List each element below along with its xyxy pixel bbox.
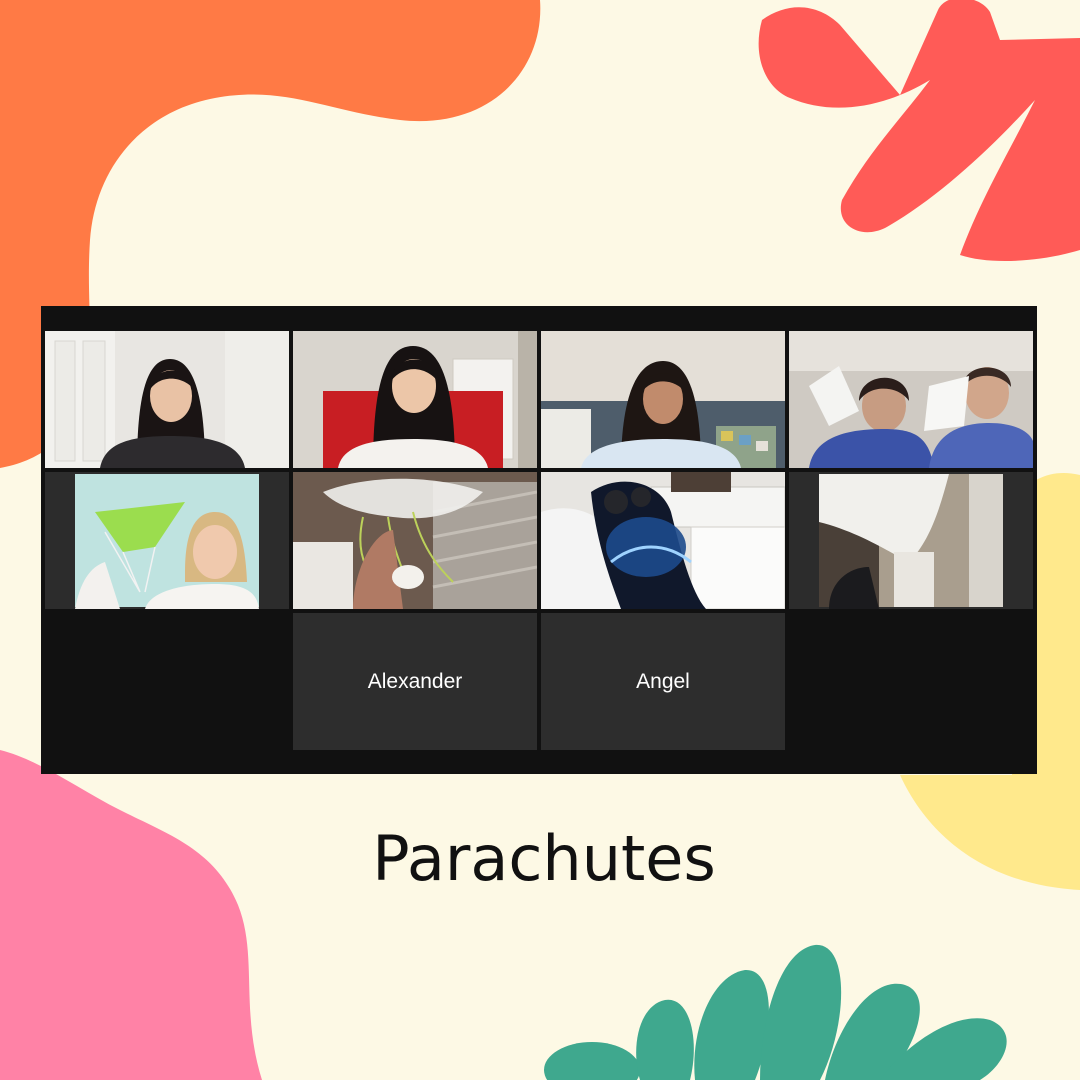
caption-text: Parachutes bbox=[372, 822, 716, 895]
teal-leaves bbox=[544, 944, 1007, 1080]
participant-name: Alexander bbox=[367, 669, 463, 693]
video-call-grid: Alexander Angel bbox=[41, 306, 1037, 774]
participant-video-2 bbox=[293, 331, 537, 468]
participant-tile-9[interactable]: Alexander bbox=[293, 613, 537, 750]
participant-tile-2[interactable] bbox=[293, 331, 537, 468]
empty-grid-slot-right bbox=[789, 613, 1033, 750]
participant-name: Angel bbox=[636, 669, 690, 693]
participant-video-7 bbox=[541, 472, 785, 609]
participant-video-5 bbox=[45, 472, 289, 609]
participant-video-1 bbox=[45, 331, 289, 468]
participant-tile-1[interactable] bbox=[45, 331, 289, 468]
pink-blob bbox=[0, 750, 262, 1080]
participant-tile-5[interactable] bbox=[45, 472, 289, 609]
empty-grid-slot-left bbox=[45, 613, 289, 750]
participant-video-8 bbox=[789, 472, 1033, 609]
participant-video-3 bbox=[541, 331, 785, 468]
participant-tile-8[interactable] bbox=[789, 472, 1033, 609]
participant-tile-10[interactable]: Angel bbox=[541, 613, 785, 750]
participant-tile-7[interactable] bbox=[541, 472, 785, 609]
participant-tile-6[interactable] bbox=[293, 472, 537, 609]
participant-tile-4[interactable] bbox=[789, 331, 1033, 468]
red-leaf-shape bbox=[758, 0, 1080, 262]
slide: { "slide": { "caption": "Parachutes" }, … bbox=[0, 0, 1080, 1080]
participant-video-4 bbox=[789, 331, 1033, 468]
participant-tile-3[interactable] bbox=[541, 331, 785, 468]
slide-caption: Parachutes bbox=[0, 822, 1080, 895]
participant-video-6 bbox=[293, 472, 537, 609]
